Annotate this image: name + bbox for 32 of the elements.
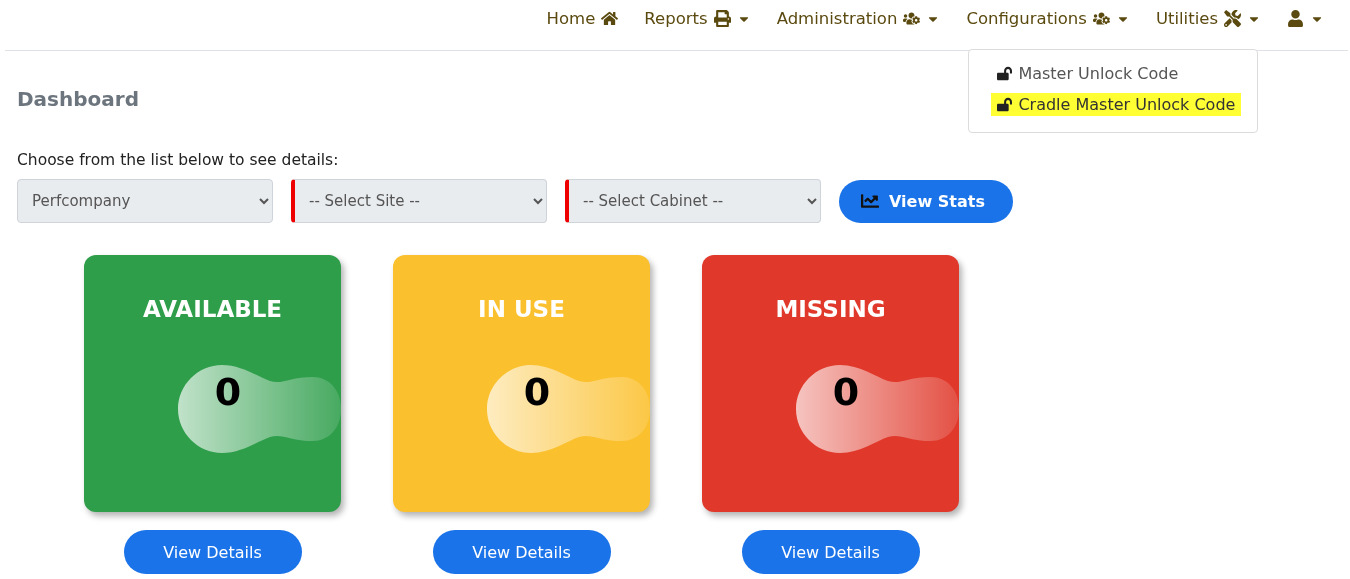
printer-icon — [713, 10, 731, 27]
nav-link[interactable]: Configurations — [966, 8, 1130, 28]
nav-link[interactable]: Reports — [644, 8, 751, 28]
instruction-text: Choose from the list below to see details: — [17, 151, 340, 169]
page-title: Dashboard — [17, 87, 139, 111]
nav-link[interactable]: Utilities — [1155, 8, 1261, 28]
users-gear-icon — [903, 10, 921, 27]
card-title: AVAILABLE — [142, 296, 283, 322]
select-field[interactable]: Perfcompany — [17, 179, 273, 223]
select-field[interactable]: -- Select Cabinet -- — [565, 179, 821, 223]
user-icon — [1287, 10, 1304, 27]
card-title: MISSING — [775, 296, 886, 322]
tools-icon — [1224, 10, 1241, 27]
view-stats-button[interactable]: View Stats — [839, 179, 1013, 223]
users-gear-icon — [1092, 10, 1110, 27]
menu-item[interactable]: Cradle Master Unlock Code — [991, 93, 1242, 116]
menu-item[interactable]: Master Unlock Code — [991, 62, 1185, 85]
count-value: 0 — [831, 370, 861, 414]
count-value: 0 — [213, 370, 243, 414]
chart-icon — [861, 192, 879, 210]
count-value: 0 — [522, 370, 552, 414]
view-details-button[interactable]: View Details — [741, 530, 920, 574]
view-details-button[interactable]: View Details — [432, 530, 611, 574]
account-menu[interactable] — [1287, 9, 1324, 27]
select-field[interactable]: -- Select Site -- — [291, 179, 547, 223]
home-icon — [601, 10, 619, 27]
view-details-button[interactable]: View Details — [123, 530, 302, 574]
card-title: IN USE — [478, 296, 565, 322]
nav-link[interactable]: Home — [546, 8, 619, 28]
unlock-icon — [997, 66, 1013, 81]
nav-link[interactable]: Administration — [776, 8, 941, 28]
unlock-icon — [997, 97, 1013, 112]
